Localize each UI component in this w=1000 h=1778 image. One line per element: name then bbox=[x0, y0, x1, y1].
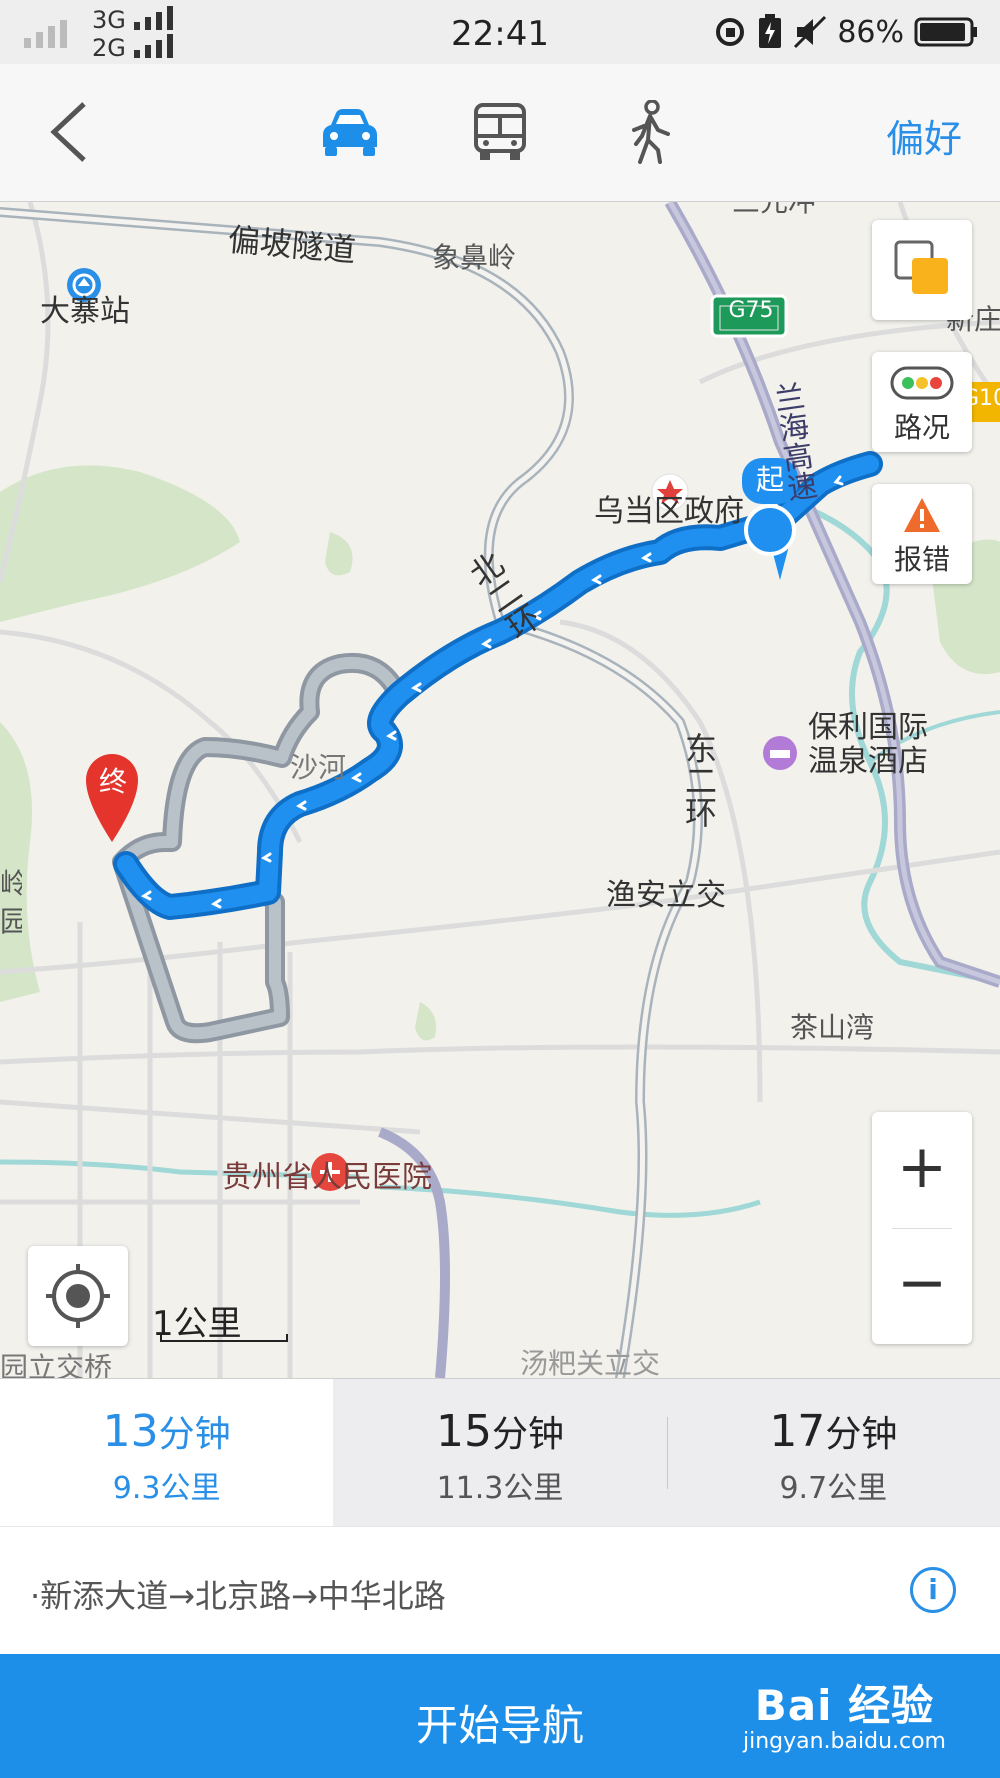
layers-icon bbox=[894, 240, 948, 294]
route-options: 13分钟 9.3公里 15分钟 11.3公里 17分钟 9.7公里 bbox=[0, 1378, 1000, 1526]
label-dazhai-station: 大寨站 bbox=[40, 294, 130, 329]
label-left-ling: 岭 bbox=[0, 867, 22, 900]
traffic-button[interactable]: 路况 bbox=[872, 352, 972, 452]
start-navigation-button[interactable]: 开始导航 Bai 经验 jingyan.baidu.com bbox=[0, 1654, 1000, 1778]
route-1-time: 13分钟 bbox=[102, 1406, 231, 1457]
route-3-time: 17分钟 bbox=[769, 1406, 898, 1457]
map-base-layer bbox=[0, 202, 1000, 1378]
mode-car-button[interactable] bbox=[314, 92, 386, 172]
status-bar: 3G 2G 22:41 86% bbox=[0, 0, 1000, 64]
back-icon[interactable] bbox=[46, 100, 92, 164]
car-icon bbox=[323, 109, 377, 156]
bus-icon bbox=[474, 103, 526, 160]
report-label: 报错 bbox=[893, 543, 950, 576]
route-summary[interactable]: ·新添大道→北京路→中华北路 i bbox=[0, 1526, 1000, 1654]
mode-walk-button[interactable] bbox=[614, 92, 686, 172]
route-path-text: ·新添大道→北京路→中华北路 bbox=[30, 1577, 446, 1615]
zoom-out-button[interactable]: − bbox=[872, 1228, 972, 1344]
warning-icon bbox=[904, 498, 940, 532]
route-mode-header: 偏好 bbox=[0, 64, 1000, 202]
mode-bus-button[interactable] bbox=[464, 92, 536, 172]
mute-icon bbox=[794, 15, 827, 49]
route-3-distance: 9.7公里 bbox=[779, 1471, 888, 1506]
locate-button[interactable] bbox=[28, 1246, 128, 1346]
baidu-jingyan-watermark: Bai 经验 jingyan.baidu.com bbox=[743, 1672, 946, 1754]
highway-shield-g75: G75 bbox=[728, 298, 774, 323]
label-chashan: 茶山湾 bbox=[790, 1011, 875, 1044]
map-scale-bar bbox=[160, 1334, 288, 1342]
label-left-yuan: 园 bbox=[0, 905, 22, 938]
route-map[interactable]: 起 终 偏坡隧道 象鼻岭 三元冲 大寨站 G75 G10 新庄 兰海高速 乌当区… bbox=[0, 202, 1000, 1378]
label-dongerhuan: 东二环 bbox=[680, 732, 718, 828]
traffic-label: 路况 bbox=[893, 411, 950, 444]
end-marker[interactable]: 终 bbox=[90, 760, 136, 800]
layers-button[interactable] bbox=[872, 220, 972, 320]
battery-charging-icon bbox=[759, 14, 782, 48]
route-1-distance: 9.3公里 bbox=[112, 1471, 221, 1506]
label-hotel-line-2: 温泉酒店 bbox=[808, 744, 928, 779]
label-yuan-interchange: 渔安立交 bbox=[606, 878, 726, 913]
rotation-lock-icon bbox=[716, 18, 745, 46]
label-bottom-mid: 汤粑关立交 bbox=[520, 1347, 661, 1378]
preference-button[interactable]: 偏好 bbox=[886, 108, 962, 163]
label-xiangbiling: 象鼻岭 bbox=[432, 241, 517, 274]
label-sanyuanchong: 三元冲 bbox=[732, 202, 816, 220]
route-option-3[interactable]: 17分钟 9.7公里 bbox=[666, 1379, 1000, 1526]
battery-percent: 86% bbox=[837, 14, 904, 50]
locate-icon bbox=[46, 1264, 110, 1328]
battery-icon bbox=[914, 17, 977, 47]
watermark-site: jingyan.baidu.com bbox=[742, 1729, 946, 1754]
route-2-distance: 11.3公里 bbox=[436, 1471, 564, 1506]
watermark-logo: Bai 经验 bbox=[754, 1681, 935, 1730]
walk-icon bbox=[632, 100, 670, 164]
label-hospital: 贵州省人民医院 bbox=[222, 1160, 432, 1195]
report-error-button[interactable]: 报错 bbox=[872, 484, 972, 584]
label-shahe: 沙河 bbox=[290, 751, 347, 784]
info-icon[interactable]: i bbox=[910, 1567, 956, 1613]
label-wudang-gov: 乌当区政府 bbox=[594, 494, 744, 529]
zoom-control: + − bbox=[872, 1112, 972, 1344]
route-option-1[interactable]: 13分钟 9.3公里 bbox=[0, 1379, 334, 1526]
label-bottom-left: 园立交桥 bbox=[0, 1351, 113, 1378]
zoom-in-button[interactable]: + bbox=[872, 1112, 972, 1228]
route-2-time: 15分钟 bbox=[435, 1406, 564, 1457]
route-option-2[interactable]: 15分钟 11.3公里 bbox=[333, 1379, 667, 1526]
traffic-light-icon bbox=[890, 366, 954, 400]
